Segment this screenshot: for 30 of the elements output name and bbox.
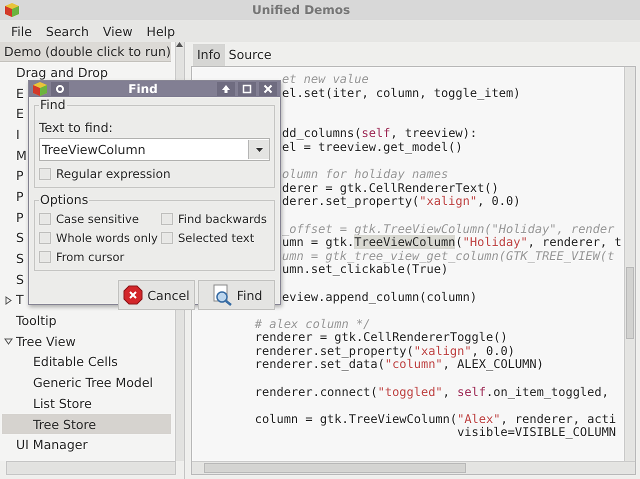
checkbox-label: Selected text (178, 230, 254, 244)
dialog-title: Find (127, 82, 159, 96)
code-line: renderer = gtk.CellRendererToggle() (254, 330, 508, 344)
frame-title: Options (39, 192, 90, 207)
code-line: el = treeview.get_model() (282, 140, 463, 154)
code-line: dd_columns(self, treeview): (282, 126, 478, 140)
code-line: umn = gtk.TreeViewColumn("Holiday", renderer, t (282, 235, 622, 250)
field-label: Text to find: (39, 120, 114, 135)
checkbox-label: Find backwards (178, 212, 267, 226)
checkbox-label: Whole words only (56, 230, 158, 244)
code-line: umn.set_clickable(True) (282, 262, 448, 276)
code-line: column = gtk.TreeViewColumn("Alex", renderer, acti (254, 412, 616, 426)
code-line: eview.append_column(column) (282, 290, 478, 304)
code-line: derer.set_property("xalign", 0.0) (282, 194, 520, 208)
code-line: _offset = gtk.TreeViewColumn("Holiday", render (282, 222, 614, 236)
checkbox-label: Regular expression (56, 166, 171, 180)
code-line: # alex column */ (254, 316, 370, 331)
window-title: Unified Demos (252, 3, 350, 17)
code-line: et new value (282, 72, 369, 86)
frame-title: Find (39, 97, 67, 112)
code-line: renderer.set_property("xalign", 0.0) (254, 344, 515, 358)
code-line: el.set(iter, column, toggle_item) (282, 86, 520, 100)
code-line: renderer.set_data("column", ALEX_COLUMN) (254, 357, 544, 372)
code-line: derer = gtk.CellRendererText() (282, 180, 499, 195)
checkbox-label: From cursor (56, 250, 124, 264)
checkbox-label: Case sensitive (56, 212, 139, 226)
code-line: visible=VISIBLE_COLUMN (456, 425, 616, 440)
code-line: umn = gtk_tree_view_get_column(GTK_TREE_VIEW(t (282, 248, 614, 263)
code-line: renderer.connect("toggled", self.on_item_toggled, (254, 384, 610, 399)
code-line: olumn for holiday names (282, 167, 448, 182)
